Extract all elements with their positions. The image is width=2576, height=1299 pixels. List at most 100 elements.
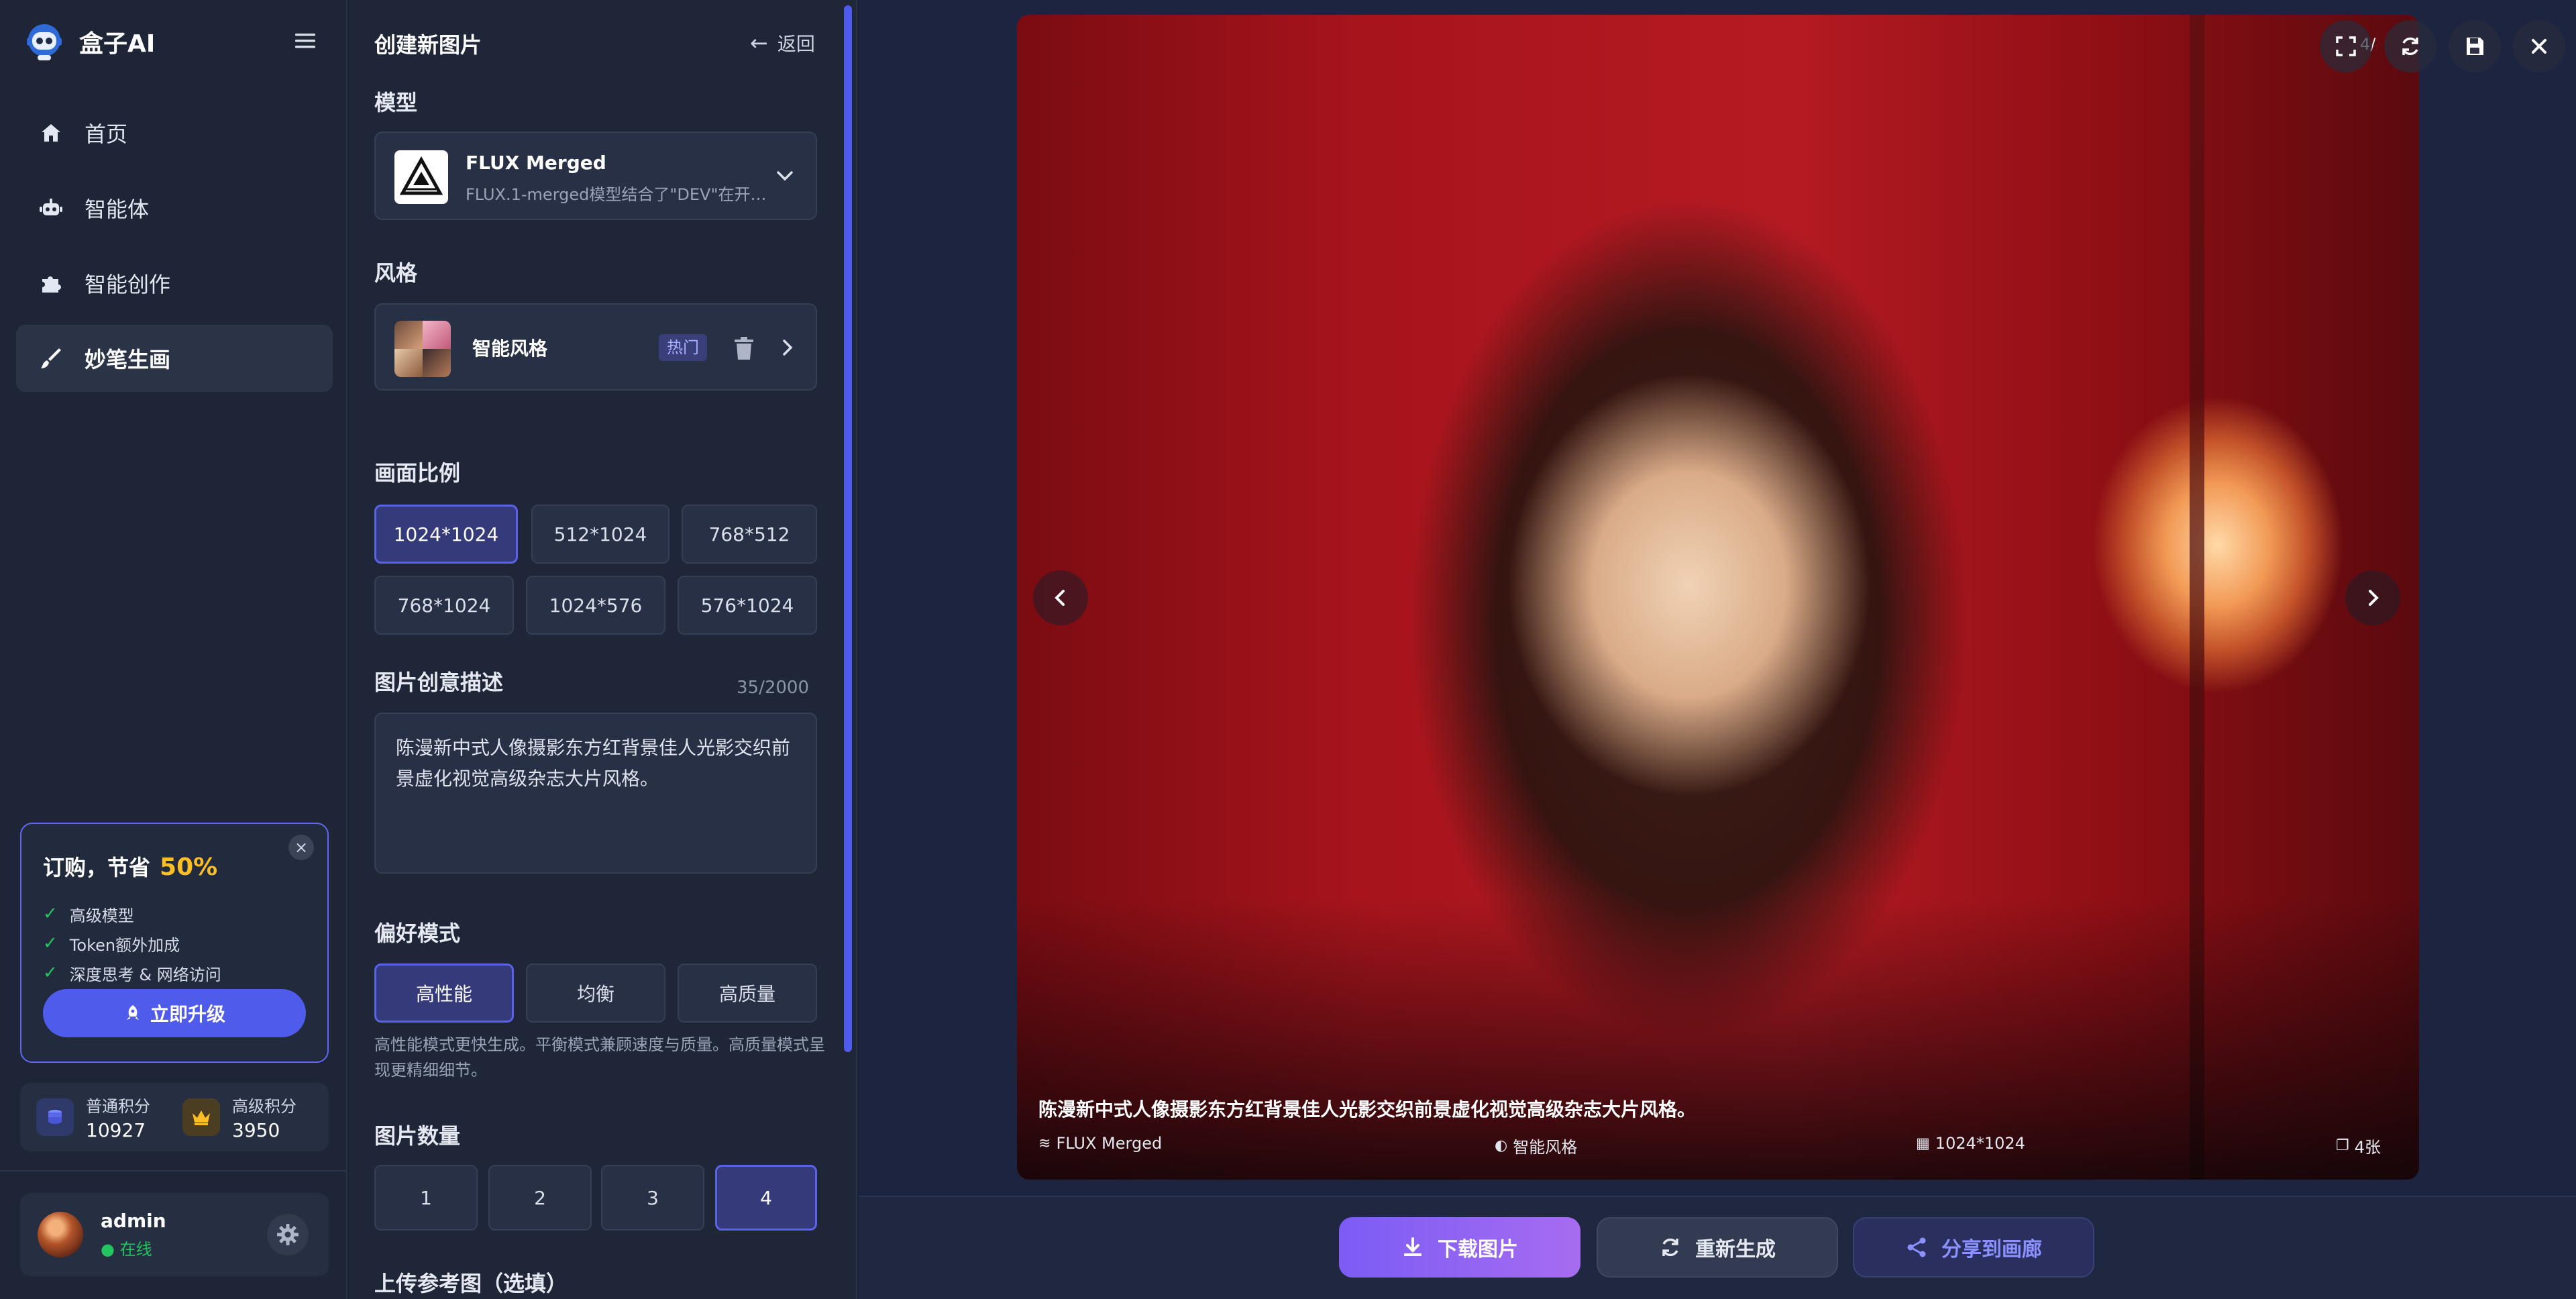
model-select[interactable]: FLUX Merged FLUX.1-merged模型结合了"DEV"在开发中使… (374, 132, 817, 220)
sidebar-item-label: 智能体 (85, 197, 150, 222)
mode-option-balanced[interactable]: 均衡 (526, 964, 665, 1023)
close-preview-button[interactable] (2513, 20, 2565, 72)
ratio-option-768x1024[interactable]: 768*1024 (374, 576, 514, 635)
style-select[interactable]: 智能风格 热门 (374, 303, 817, 391)
ratio-option-576x1024[interactable]: 576*1024 (678, 576, 817, 635)
panel-title: 创建新图片 (374, 32, 482, 58)
generated-image[interactable]: 陈漫新中式人像摄影东方红背景佳人光影交织前景虚化视觉高级杂志大片风格。 ≋ FLU… (1017, 15, 2419, 1180)
next-image-button[interactable] (2345, 570, 2400, 625)
mode-hint: 高性能模式更快生成。平衡模式兼顾速度与质量。高质量模式呈现更精细细节。 (374, 1035, 825, 1080)
brand[interactable]: 盒子AI (23, 20, 155, 63)
back-button[interactable]: ← 返回 (750, 30, 815, 56)
mode-option-quality[interactable]: 高质量 (678, 964, 817, 1023)
mode-section-label: 偏好模式 (374, 921, 461, 946)
ratio-option-1024x1024[interactable]: 1024*1024 (374, 505, 518, 564)
sidebar-item-painting[interactable]: 妙笔生画 (16, 325, 333, 392)
chevron-right-icon (2369, 590, 2379, 606)
model-logo-icon (394, 150, 448, 204)
promo-title-text: 订购，节省 (43, 855, 151, 880)
upgrade-button-label: 立即升级 (150, 1003, 225, 1025)
points-summary: 普通积分 10927 高级积分 3950 (20, 1083, 329, 1151)
download-icon (1404, 1237, 1421, 1256)
hot-badge: 热门 (659, 334, 707, 361)
ratio-option-768x512[interactable]: 768*512 (682, 505, 817, 564)
app-root: 盒子AI 首页 智能体 智能创作 妙笔生画 × 订购，节省 50% ✓ 高级模型… (0, 0, 2576, 1299)
prompt-char-counter: 35/2000 (737, 678, 810, 698)
meta-model-text: FLUX Merged (1056, 1134, 1163, 1153)
model-description: FLUX.1-merged模型结合了"DEV"在开发中使用的深度参数和"Schn… (466, 185, 774, 204)
previous-image-button[interactable] (1033, 570, 1088, 625)
user-card[interactable]: admin ● 在线 (20, 1193, 329, 1276)
close-icon (2532, 39, 2546, 54)
promo-feature-label: Token额外加成 (69, 935, 180, 955)
premium-points: 高级积分 3950 (182, 1093, 329, 1141)
promo-title: 订购，节省 50% (43, 851, 306, 882)
home-icon (38, 119, 64, 146)
refresh-button[interactable] (2384, 20, 2436, 72)
download-button[interactable]: 下载图片 (1339, 1217, 1580, 1278)
share-gallery-button[interactable]: 分享到画廊 (1853, 1217, 2094, 1278)
check-icon: ✓ (43, 963, 58, 983)
prompt-textarea[interactable]: 陈漫新中式人像摄影东方红背景佳人光影交织前景虚化视觉高级杂志大片风格。 (374, 713, 817, 874)
meta-size: ▦ 1024*1024 (1916, 1134, 2025, 1153)
user-status: ● 在线 (101, 1240, 152, 1259)
rocket-icon (126, 1005, 139, 1020)
close-icon[interactable]: × (288, 835, 314, 860)
regenerate-button-label: 重新生成 (1695, 1238, 1776, 1261)
count-option-3[interactable]: 3 (601, 1165, 704, 1231)
robot-icon (38, 195, 64, 221)
preview-area: 陈漫新中式人像摄影东方红背景佳人光影交织前景虚化视觉高级杂志大片风格。 ≋ FLU… (859, 0, 2576, 1299)
settings-button[interactable] (267, 1214, 309, 1255)
chevron-left-icon (1055, 590, 1065, 606)
refresh-icon (2402, 37, 2418, 56)
count-option-4[interactable]: 4 (715, 1165, 817, 1231)
layers-icon: ≋ (1038, 1135, 1051, 1152)
promo-feature-label: 深度思考 & 网络访问 (69, 965, 221, 984)
menu-icon[interactable] (294, 30, 317, 52)
sidebar-item-agents[interactable]: 智能体 (16, 174, 333, 242)
robot-logo-icon (27, 24, 62, 60)
meta-style-text: 智能风格 (1513, 1138, 1578, 1157)
meta-count: ❐ 4张 (2336, 1134, 2381, 1157)
count-option-2[interactable]: 2 (488, 1165, 592, 1231)
panel-scrollbar[interactable] (844, 5, 852, 1052)
normal-points-value: 10927 (86, 1119, 146, 1141)
sidebar-item-creation[interactable]: 智能创作 (16, 250, 333, 317)
sidebar-item-home[interactable]: 首页 (16, 99, 333, 166)
regenerate-icon (1662, 1238, 1678, 1257)
style-preview-thumbnail (394, 321, 451, 377)
fullscreen-icon (2336, 36, 2356, 56)
arrow-left-icon: ← (750, 30, 768, 56)
upload-section-label: 上传参考图（选填） (374, 1271, 568, 1296)
palette-icon: ◐ (1495, 1137, 1508, 1154)
count-option-1[interactable]: 1 (374, 1165, 478, 1231)
chevron-down-icon (777, 171, 793, 181)
check-icon: ✓ (43, 904, 58, 924)
upgrade-button[interactable]: 立即升级 (43, 989, 306, 1037)
promo-percent: 50% (160, 853, 218, 881)
trash-icon[interactable] (733, 335, 755, 361)
regenerate-button[interactable]: 重新生成 (1597, 1217, 1838, 1278)
count-section-label: 图片数量 (374, 1123, 461, 1149)
fullscreen-button[interactable] (2320, 20, 2372, 72)
puzzle-icon (38, 270, 64, 297)
promo-feature: ✓ 深度思考 & 网络访问 (43, 958, 306, 988)
save-button[interactable] (2449, 20, 2501, 72)
meta-style: ◐ 智能风格 (1495, 1134, 1577, 1157)
back-button-label: 返回 (777, 33, 815, 55)
coins-icon (36, 1098, 74, 1136)
download-button-label: 下载图片 (1438, 1238, 1518, 1261)
ratio-option-1024x576[interactable]: 1024*576 (526, 576, 665, 635)
divider (0, 1170, 347, 1172)
chevron-right-icon (783, 340, 793, 356)
meta-count-text: 4张 (2354, 1138, 2381, 1157)
image-toolbar (2308, 20, 2565, 72)
promo-feature-label: 高级模型 (69, 906, 134, 925)
sidebar-item-label: 妙笔生画 (85, 347, 171, 372)
mode-option-performance[interactable]: 高性能 (374, 964, 514, 1023)
sidebar-item-label: 智能创作 (85, 272, 171, 297)
promo-feature: ✓ Token额外加成 (43, 929, 306, 958)
meta-size-text: 1024*1024 (1935, 1134, 2025, 1153)
premium-points-value: 3950 (232, 1119, 280, 1141)
ratio-option-512x1024[interactable]: 512*1024 (531, 505, 669, 564)
